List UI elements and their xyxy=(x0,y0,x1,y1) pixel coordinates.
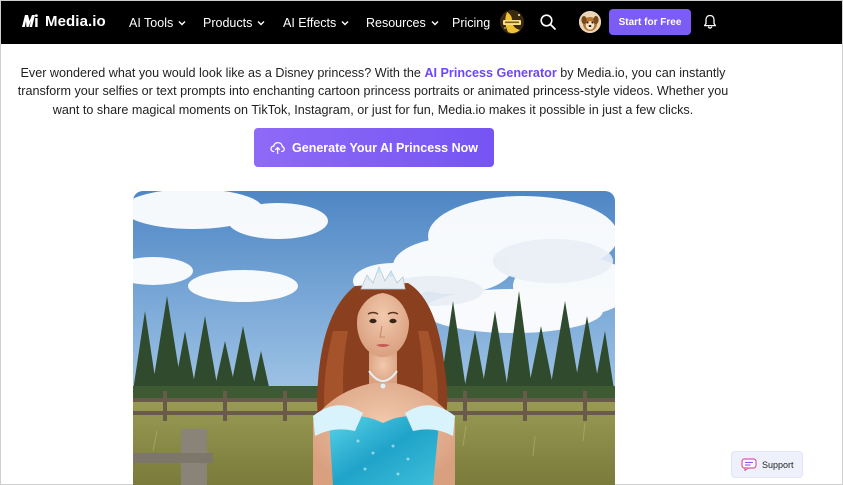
chevron-down-icon xyxy=(178,20,186,25)
nav-products[interactable]: Products xyxy=(203,1,266,44)
start-for-free-button[interactable]: Start for Free xyxy=(609,9,691,35)
ai-princess-generator-link[interactable]: AI Princess Generator xyxy=(424,66,556,80)
nav-label: AI Tools xyxy=(129,15,174,30)
princess-hero-image xyxy=(133,191,615,485)
nav-label: Resources xyxy=(366,15,426,30)
chevron-down-icon xyxy=(431,20,439,25)
support-widget[interactable]: Support xyxy=(731,451,803,478)
upload-cloud-icon xyxy=(270,141,285,154)
bell-icon[interactable] xyxy=(703,14,717,30)
user-avatar[interactable] xyxy=(579,11,601,33)
support-label: Support xyxy=(762,459,794,470)
chevron-down-icon xyxy=(257,20,265,25)
generate-ai-princess-button[interactable]: Generate Your AI Princess Now xyxy=(254,128,494,167)
nav-label: Products xyxy=(203,15,253,30)
media-io-logo-icon xyxy=(21,12,39,30)
nav-label: AI Effects xyxy=(283,15,337,30)
nav-label: Pricing xyxy=(452,15,491,30)
top-navigation-bar: Media.io AI Tools Products AI Effects Re… xyxy=(1,1,842,44)
search-icon[interactable] xyxy=(539,13,557,31)
cta-label: Generate Your AI Princess Now xyxy=(292,140,478,155)
chat-icon xyxy=(741,458,757,471)
logo-text: Media.io xyxy=(45,12,106,30)
nav-resources[interactable]: Resources xyxy=(366,1,440,44)
chevron-down-icon xyxy=(341,20,349,25)
media-io-logo[interactable]: Media.io xyxy=(21,12,106,30)
nav-ai-effects[interactable]: AI Effects xyxy=(283,1,350,44)
promo-badge-icon[interactable] xyxy=(498,8,526,36)
intro-text-start: Ever wondered what you would look like a… xyxy=(20,66,425,80)
nav-ai-tools[interactable]: AI Tools xyxy=(129,1,187,44)
intro-paragraph: Ever wondered what you would look like a… xyxy=(5,64,741,119)
nav-pricing[interactable]: Pricing xyxy=(452,1,490,44)
